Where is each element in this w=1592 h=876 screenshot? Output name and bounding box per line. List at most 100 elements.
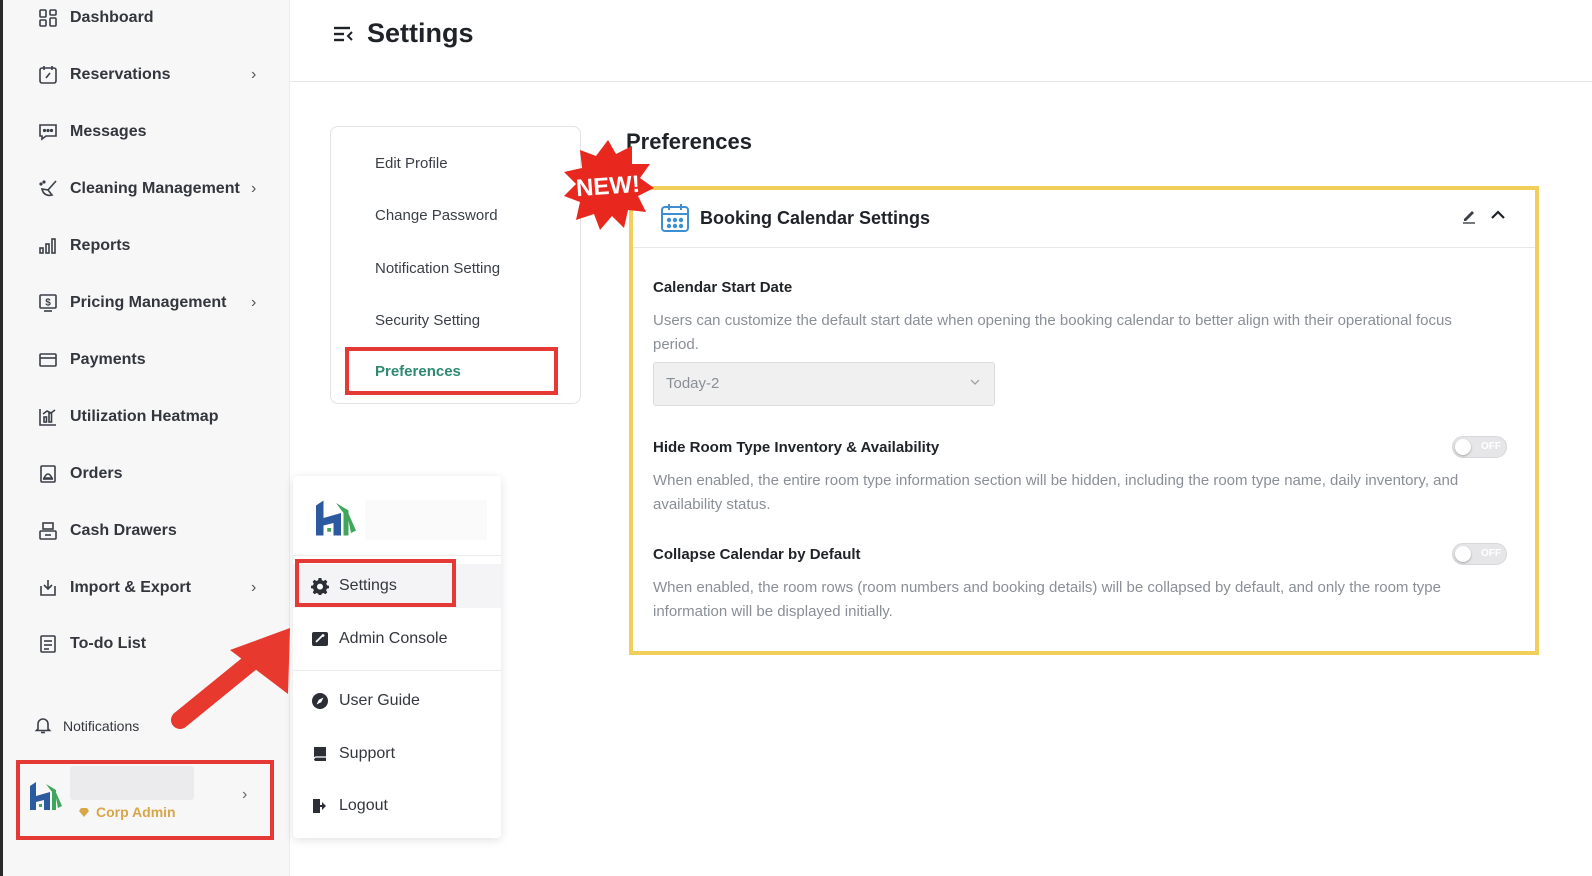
sidebar-item-label: Dashboard [70,9,154,26]
new-badge-label: NEW! [575,171,641,202]
dollar-icon: $ [37,292,59,314]
sidebar-item-label: Cash Drawers [70,522,177,539]
calendar-start-title: Calendar Start Date [653,279,793,296]
user-role-label: Corp Admin [96,804,176,820]
broom-icon [37,178,59,200]
chevron-right-icon: › [251,66,257,83]
chevron-right-icon: › [251,180,257,197]
company-logo [311,494,361,542]
hide-room-desc: When enabled, the entire room type infor… [653,472,1459,513]
user-name-redacted [70,766,194,800]
toggle-knob [1455,439,1471,455]
sidebar-item-dashboard[interactable]: Dashboard [3,0,290,38]
sidebar-item-cleaning-management[interactable]: Cleaning Management › [3,169,290,209]
new-badge: NEW! [564,140,654,230]
admin-console-icon [311,630,329,648]
company-logo [26,778,66,814]
sidebar: Dashboard Reservations › Messages Cleani… [3,0,290,876]
sidebar-item-label: Reports [70,237,131,254]
logout-icon [311,797,329,815]
orders-icon [37,463,59,485]
menu-item-edit-profile[interactable]: Edit Profile [375,155,448,172]
sidebar-item-label: Import & Export [70,579,191,596]
sidebar-item-label: Payments [70,351,146,368]
import-export-icon [37,577,59,599]
card-header: Booking Calendar Settings [633,190,1535,248]
bell-icon [33,715,55,737]
menu-item-security-setting[interactable]: Security Setting [375,312,480,329]
book-icon [311,745,329,763]
collapse-calendar-title: Collapse Calendar by Default [653,546,861,563]
chevron-up-icon[interactable] [1489,206,1507,224]
page-header: Settings [290,0,1592,82]
popup-item-label: Support [339,745,396,762]
sidebar-item-cash-drawers[interactable]: Cash Drawers [3,511,290,551]
heatmap-icon [37,406,59,428]
cash-drawer-icon [37,520,59,542]
chevron-down-icon [970,375,980,389]
menu-collapse-icon[interactable] [332,24,356,46]
sidebar-item-label: Pricing Management [70,294,227,311]
user-role: Corp Admin [78,804,176,820]
menu-item-notification-setting[interactable]: Notification Setting [375,260,500,277]
toggle-text: OFF [1481,441,1501,452]
company-name-redacted [365,500,487,540]
diamond-icon [79,807,89,817]
popup-item-label: Admin Console [339,630,448,647]
hide-room-toggle[interactable]: OFF [1452,436,1507,458]
collapse-calendar-desc: When enabled, the room rows (room number… [653,579,1441,620]
sidebar-item-payments[interactable]: Payments [3,340,290,380]
booking-calendar-card: Booking Calendar Settings Calendar Start… [629,186,1539,655]
dashboard-icon [37,7,59,29]
chevron-right-icon: › [242,786,248,803]
todo-icon [37,633,59,655]
calendar-start-select[interactable]: Today-2 [653,362,995,406]
sidebar-item-messages[interactable]: Messages [3,112,290,152]
user-profile-button[interactable]: Corp Admin › [16,760,274,840]
collapse-calendar-toggle[interactable]: OFF [1452,543,1507,565]
popup-item-logout[interactable]: Logout [293,784,501,828]
sidebar-item-label: To-do List [70,635,147,652]
bar-chart-icon [37,235,59,257]
chevron-right-icon: › [251,579,257,596]
divider [293,670,501,671]
hide-room-title: Hide Room Type Inventory & Availability [653,439,940,456]
sidebar-item-label: Cleaning Management [70,180,240,197]
sidebar-item-pricing-management[interactable]: $ Pricing Management › [3,283,290,323]
sidebar-item-reports[interactable]: Reports [3,226,290,266]
card-title: Booking Calendar Settings [700,208,931,228]
toggle-text: OFF [1481,548,1501,559]
sidebar-item-import-export[interactable]: Import & Export › [3,568,290,608]
popup-header [293,476,501,556]
calendar-icon [659,202,691,234]
card-icon [37,349,59,371]
menu-item-preferences[interactable]: Preferences [375,363,461,380]
sidebar-item-label: Orders [70,465,123,482]
menu-item-change-password[interactable]: Change Password [375,207,498,224]
sidebar-item-label: Utilization Heatmap [70,408,219,425]
popup-item-user-guide[interactable]: User Guide [293,679,501,723]
popup-item-support[interactable]: Support [293,732,501,776]
edit-icon[interactable] [1461,208,1477,224]
sidebar-item-reservations[interactable]: Reservations › [3,55,290,95]
page-title: Settings [367,18,474,48]
user-popup-menu: Settings Admin Console User Guide Suppor… [293,476,501,838]
chevron-right-icon: › [251,294,257,311]
highlight-box [295,559,456,607]
select-value: Today-2 [666,375,720,392]
notifications-label: Notifications [63,718,140,734]
annotation-arrow-icon [171,628,290,729]
calendar-icon [37,64,59,86]
compass-icon [311,692,329,710]
sidebar-item-label: Reservations [70,66,171,83]
svg-text:$: $ [45,298,51,309]
message-icon [37,121,59,143]
calendar-start-desc: Users can customize the default start da… [653,312,1452,353]
sidebar-item-orders[interactable]: Orders [3,454,290,494]
toggle-knob [1455,546,1471,562]
popup-item-label: Logout [339,797,388,814]
popup-item-admin-console[interactable]: Admin Console [293,617,501,661]
sidebar-item-utilization-heatmap[interactable]: Utilization Heatmap [3,397,290,437]
popup-item-label: User Guide [339,692,420,709]
sidebar-item-label: Messages [70,123,147,140]
